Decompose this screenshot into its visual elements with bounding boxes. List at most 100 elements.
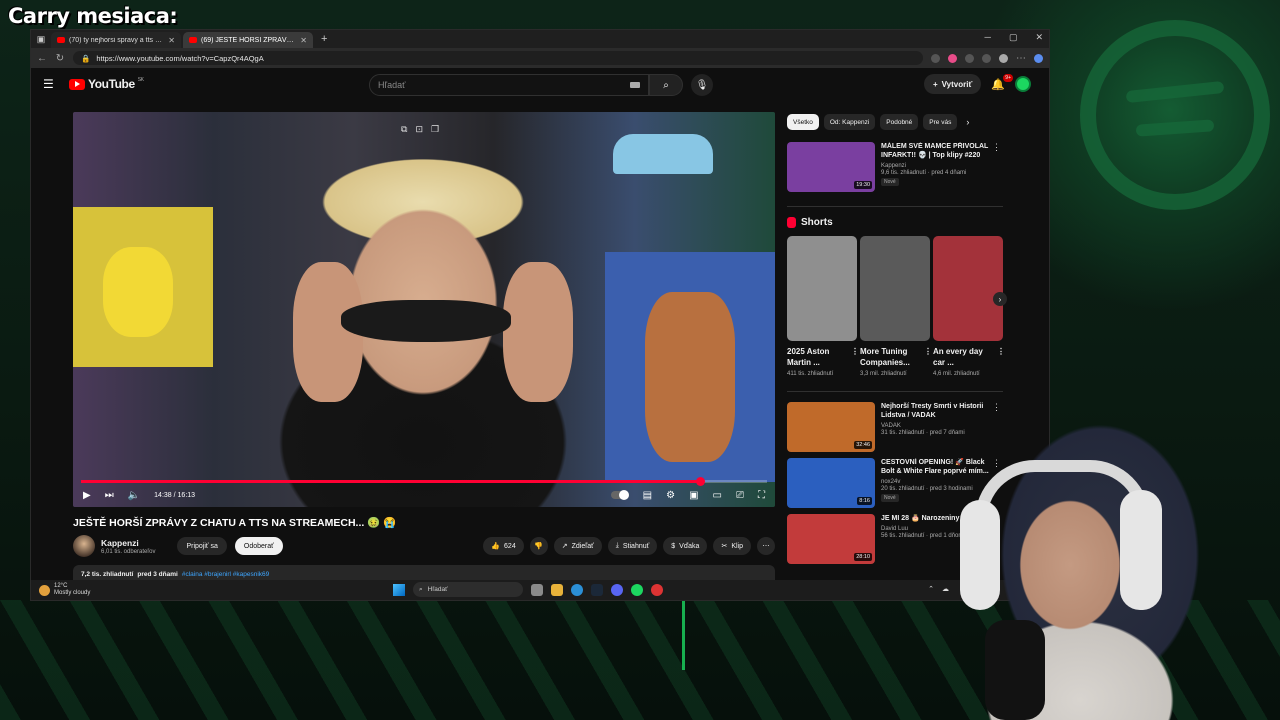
- new-tab-button[interactable]: +: [315, 33, 333, 45]
- short-title[interactable]: An every day car ...: [933, 347, 983, 367]
- subtitles-icon[interactable]: ▤: [643, 490, 652, 501]
- settings-gear-icon[interactable]: ⚙: [666, 490, 675, 501]
- chip-all[interactable]: Všetko: [787, 114, 819, 130]
- autoplay-toggle[interactable]: [610, 490, 629, 500]
- recommended-video[interactable]: 32:46 Nejhorší Tresty Smrti v Historii L…: [787, 402, 1003, 454]
- short-thumbnail[interactable]: [860, 236, 930, 341]
- youtube-logo[interactable]: YouTube SK: [69, 77, 144, 91]
- back-icon[interactable]: ←: [37, 53, 47, 64]
- sidebar-toggle-icon[interactable]: ▣: [31, 30, 51, 48]
- chip-related[interactable]: Podobné: [880, 114, 919, 130]
- channel-avatar[interactable]: [73, 535, 95, 557]
- hashtags[interactable]: #claina #brajenirl #kapesnik69: [182, 571, 269, 578]
- create-button[interactable]: + Vytvoriť: [923, 74, 982, 94]
- video-thumbnail[interactable]: 19:30: [787, 142, 875, 192]
- menu-dots-icon[interactable]: ⋯: [1016, 53, 1026, 64]
- copy-icon[interactable]: ❐: [431, 124, 439, 135]
- favorites-icon[interactable]: [982, 53, 991, 63]
- close-tab-icon[interactable]: ✕: [300, 36, 307, 45]
- short-item[interactable]: More Tuning Companies... ⋮ 3,3 mil. zhli…: [860, 236, 932, 379]
- next-icon[interactable]: ⏭: [105, 490, 114, 501]
- volume-icon[interactable]: 🔈: [128, 490, 140, 501]
- play-icon[interactable]: ▶: [83, 490, 91, 501]
- video-stats: 31 tis. zhliadnutí · pred 7 dňami: [881, 430, 965, 436]
- chrome-icon[interactable]: [651, 583, 663, 596]
- tab-title: (70) ty nejhorsi spravy a tts na stream: [69, 36, 164, 44]
- profile-avatar-icon[interactable]: [999, 53, 1008, 63]
- browser-tab-1[interactable]: (70) ty nejhorsi spravy a tts na stream …: [51, 32, 181, 48]
- spotify-icon[interactable]: [631, 583, 643, 596]
- taskbar-apps: ⌕ Hľadať: [393, 582, 663, 597]
- discord-icon[interactable]: [611, 583, 623, 596]
- edge-icon[interactable]: [571, 583, 583, 596]
- close-tab-icon[interactable]: ✕: [168, 36, 175, 45]
- more-options-icon[interactable]: ⋮: [997, 346, 1005, 357]
- screenshot-icon[interactable]: ⊡: [415, 124, 423, 135]
- fullscreen-icon[interactable]: ⛶: [758, 490, 765, 501]
- more-options-icon[interactable]: ⋮: [992, 142, 1001, 153]
- video-meta: MÁLEM SVÉ MAMCE PŘIVOLAL INFARKT!! 💀 | T…: [881, 142, 1003, 194]
- join-button[interactable]: Pripojiť sa: [177, 537, 227, 555]
- windows-start-icon[interactable]: [393, 583, 405, 596]
- short-item[interactable]: An every day car ... ⋮ 4,6 mil. zhliadnu…: [933, 236, 1005, 379]
- extension-icon[interactable]: [948, 53, 957, 63]
- recommended-video[interactable]: 19:30 MÁLEM SVÉ MAMCE PŘIVOLAL INFARKT!!…: [787, 142, 1003, 194]
- hamburger-menu-icon[interactable]: ☰: [43, 77, 59, 91]
- chip-from-channel[interactable]: Od: Kappenzi: [823, 114, 876, 130]
- video-thumbnail[interactable]: 8:16: [787, 458, 875, 508]
- chevron-right-icon[interactable]: ›: [966, 117, 969, 127]
- shorts-next-button[interactable]: ›: [993, 292, 1007, 306]
- browser-tab-2[interactable]: (69) JEŠTĚ HORŠÍ ZPRÁVY Z CHATU A TTS ✕: [183, 32, 313, 48]
- like-button[interactable]: 👍 624: [483, 537, 524, 555]
- video-thumbnail[interactable]: 28:10: [787, 514, 875, 564]
- minimize-icon[interactable]: ─: [985, 32, 991, 43]
- chip-for-you[interactable]: Pre vás: [923, 114, 958, 130]
- theater-mode-icon[interactable]: ▭: [713, 490, 722, 501]
- short-title[interactable]: 2025 Aston Martin ...: [787, 347, 829, 367]
- clip-button[interactable]: ✂ Klip: [713, 537, 751, 555]
- search-input[interactable]: Hľadať: [369, 74, 649, 96]
- maximize-icon[interactable]: ▢: [1009, 32, 1018, 43]
- taskbar-search[interactable]: ⌕ Hľadať: [413, 582, 523, 597]
- url-field[interactable]: 🔒 https://www.youtube.com/watch?v=CapzQr…: [73, 51, 923, 65]
- task-view-icon[interactable]: [531, 583, 543, 596]
- scrubber-handle[interactable]: [695, 477, 705, 486]
- short-thumbnail[interactable]: [787, 236, 857, 341]
- thanks-button[interactable]: $ Vďaka: [663, 537, 708, 555]
- voice-search-button[interactable]: 🎙: [691, 74, 713, 96]
- miniplayer-icon[interactable]: ▣: [689, 490, 698, 501]
- more-options-icon[interactable]: ⋮: [851, 346, 859, 357]
- more-options-icon[interactable]: ⋮: [924, 346, 932, 357]
- short-item[interactable]: 2025 Aston Martin ... ⋮ 411 tis. zhliadn…: [787, 236, 859, 379]
- short-title[interactable]: More Tuning Companies...: [860, 347, 910, 367]
- cast-icon[interactable]: ⎚: [736, 490, 744, 501]
- video-player[interactable]: ⧉ ⊡ ❐ ▶ ⏭ 🔈 14:38 / 16:13 ▤ ⚙ ▣ ▭ ⎚ ⛶: [73, 112, 775, 507]
- video-thumbnail[interactable]: 32:46: [787, 402, 875, 452]
- thanks-icon: $: [671, 542, 676, 550]
- download-button[interactable]: ⤓ Stiahnuť: [607, 537, 658, 555]
- extension-icon[interactable]: [965, 53, 974, 63]
- video-title[interactable]: Nejhorší Tresty Smrti v Historii Lidstva…: [881, 402, 993, 420]
- short-thumbnail[interactable]: [933, 236, 1003, 341]
- weather-widget[interactable]: 12°C Mostly cloudy: [39, 583, 90, 597]
- video-title[interactable]: MÁLEM SVÉ MAMCE PŘIVOLAL INFARKT!! 💀 | T…: [881, 142, 993, 160]
- pip-icon[interactable]: ⧉: [401, 124, 407, 135]
- reload-icon[interactable]: ↻: [55, 53, 65, 64]
- progress-bar[interactable]: [81, 477, 767, 486]
- search-button[interactable]: ⌕: [649, 74, 683, 96]
- share-button[interactable]: ↗ Zdieľať: [553, 537, 602, 555]
- file-explorer-icon[interactable]: [551, 583, 563, 596]
- steam-icon[interactable]: [591, 583, 603, 596]
- extension-icon[interactable]: [931, 53, 940, 63]
- more-actions-button[interactable]: ⋯: [757, 537, 775, 555]
- keyboard-icon[interactable]: [630, 82, 640, 88]
- more-options-icon[interactable]: ⋮: [992, 402, 1001, 413]
- subscribe-button[interactable]: Odoberať: [234, 537, 283, 555]
- account-avatar[interactable]: [1015, 76, 1031, 92]
- shorts-logo-icon: [787, 217, 796, 228]
- copilot-icon[interactable]: [1034, 53, 1043, 63]
- close-window-icon[interactable]: ✕: [1035, 32, 1043, 43]
- channel-name[interactable]: Kappenzi: [101, 538, 155, 548]
- dislike-button[interactable]: 👎: [529, 537, 548, 555]
- notifications-button[interactable]: 🔔 9+: [991, 73, 1013, 91]
